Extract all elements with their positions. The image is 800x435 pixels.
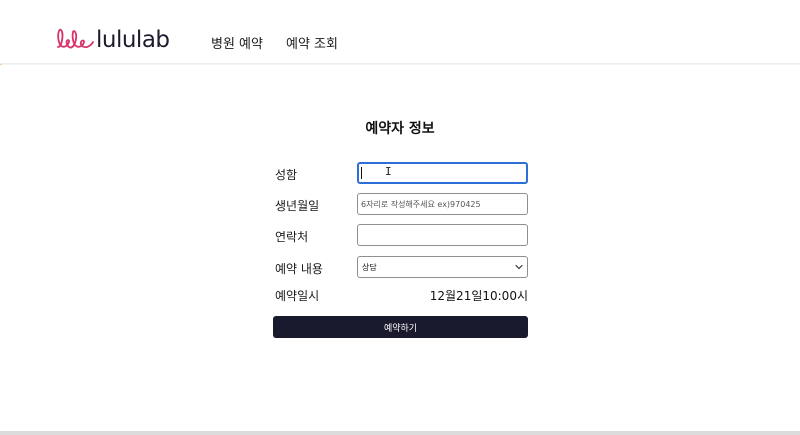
phone-input[interactable] — [357, 224, 528, 246]
logo-text: lululab — [96, 26, 170, 53]
reservation-type-select[interactable]: 상담 — [357, 256, 528, 278]
reserve-submit-button[interactable]: 예약하기 — [273, 316, 528, 338]
nav-reservation-lookup[interactable]: 예약 조회 — [286, 33, 338, 52]
birthdate-input[interactable] — [357, 193, 528, 215]
birthdate-label: 생년월일 — [275, 199, 320, 213]
reservation-type-label: 예약 내용 — [275, 262, 323, 276]
page-title: 예약자 정보 — [365, 121, 435, 137]
text-cursor-icon: I — [385, 165, 392, 178]
chevron-down-icon — [515, 264, 523, 270]
phone-label: 연락처 — [275, 230, 309, 244]
name-input[interactable] — [357, 162, 528, 184]
name-label: 성함 — [275, 168, 298, 182]
reservation-date-label: 예약일시 — [275, 289, 320, 303]
lele-logo-icon — [57, 28, 94, 49]
text-caret — [361, 167, 362, 179]
nav-hospital-reservation[interactable]: 병원 예약 — [211, 33, 263, 52]
logo[interactable]: lululab — [56, 25, 170, 55]
top-header: lululab 병원 예약 예약 조회 — [0, 0, 800, 64]
reservation-type-value: 상담 — [362, 262, 377, 272]
reservation-date-value: 12월21일10:00시 — [429, 289, 528, 303]
window-bottom-edge — [0, 431, 800, 435]
